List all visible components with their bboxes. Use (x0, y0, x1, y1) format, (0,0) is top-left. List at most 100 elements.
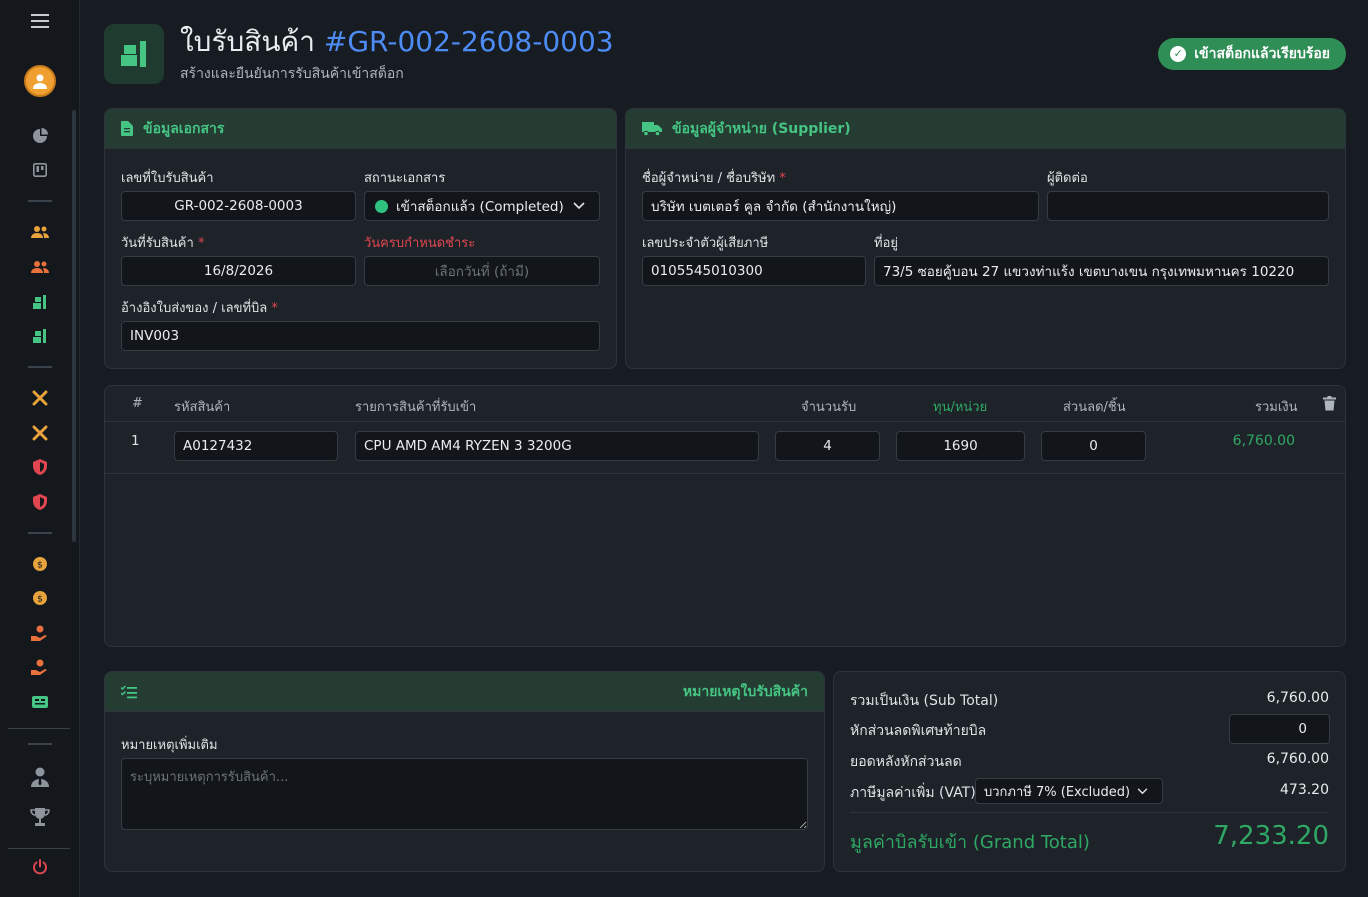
card-header: ข้อมูลเอกสาร (105, 109, 616, 149)
receipt-number-label: เลขที่ใบรับสินค้า (121, 171, 214, 186)
item-total: 6,760.00 (1232, 433, 1295, 449)
column-header-name: รายการสินค้าที่รับเข้า (355, 400, 477, 415)
column-header-code: รหัสสินค้า (174, 400, 231, 415)
trophy-icon[interactable] (30, 807, 50, 827)
svg-text:$: $ (37, 561, 43, 571)
item-code-field[interactable]: A0127432 (174, 431, 338, 461)
due-date-label: วันครบกำหนดชำระ (364, 236, 476, 251)
checklist-icon (121, 684, 137, 698)
table-row: 1 A0127432 CPU AMD AM4 RYZEN 3 3200G 4 1… (105, 422, 1345, 474)
column-header-cost: ทุน/หน่วย (933, 400, 988, 415)
receipt-number-field[interactable]: GR-002-2608-0003 (121, 191, 356, 221)
hand-money-icon[interactable] (30, 657, 50, 677)
item-discount-field[interactable]: 0 (1041, 431, 1146, 461)
sidebar-divider (28, 743, 52, 745)
shield-icon[interactable] (30, 492, 50, 512)
supplier-name-field[interactable]: บริษัท เบตเตอร์ คูล จำกัด (สำนักงานใหญ่) (642, 191, 1039, 221)
document-number: #GR-002-2608-0003 (323, 25, 614, 58)
summary-card: รวมเป็นเงิน (Sub Total) 6,760.00 หักส่วน… (833, 671, 1346, 872)
status-select[interactable]: เข้าสต็อกแล้ว (Completed) (364, 191, 600, 221)
item-name-field[interactable]: CPU AMD AM4 RYZEN 3 3200G (355, 431, 759, 461)
page-title-text: ใบรับสินค้า (180, 25, 315, 58)
svg-text:$: $ (37, 595, 43, 605)
coin-icon[interactable]: $ (30, 588, 50, 608)
status-badge-label: เข้าสต็อกแล้วเรียบร้อย (1194, 46, 1330, 62)
power-icon[interactable] (30, 857, 50, 877)
grand-total-value: 7,233.20 (1213, 821, 1329, 851)
dolly-icon[interactable] (30, 292, 50, 312)
tools-icon[interactable] (30, 423, 50, 443)
receive-date-label: วันที่รับสินค้า * (121, 236, 205, 251)
check-circle-icon: ✓ (1170, 46, 1187, 62)
dolly-icon[interactable] (30, 326, 50, 346)
sidebar-divider (28, 532, 52, 534)
address-field[interactable]: 73/5 ซอยคู้บอน 27 แขวงท่าแร้ง เขตบางเขน … (874, 256, 1329, 286)
items-table-card: # รหัสสินค้า รายการสินค้าที่รับเข้า จำนว… (104, 385, 1346, 647)
coin-icon[interactable]: $ (30, 554, 50, 574)
status-label: สถานะเอกสาร (364, 171, 446, 186)
item-qty-field[interactable]: 4 (775, 431, 880, 461)
tools-icon[interactable] (30, 388, 50, 408)
sidebar-divider (28, 366, 52, 368)
file-icon (121, 121, 133, 136)
users-icon[interactable] (30, 222, 50, 242)
sidebar-divider (8, 848, 70, 849)
notes-label: หมายเหตุเพิ่มเติม (121, 738, 218, 753)
card-header: ข้อมูลผู้จำหน่าย (Supplier) (626, 109, 1345, 149)
trash-icon[interactable] (1323, 396, 1336, 411)
address-label: ที่อยู่ (874, 236, 898, 251)
due-date-field[interactable]: เลือกวันที่ (ถ้ามี) (364, 256, 600, 286)
reference-field[interactable]: INV003 (121, 321, 600, 351)
hand-money-icon[interactable] (30, 623, 50, 643)
contact-field[interactable] (1047, 191, 1329, 221)
card-header: หมายเหตุใบรับสินค้า (105, 672, 824, 712)
truck-icon (642, 121, 662, 136)
column-header-discount: ส่วนลด/ชิ้น (1063, 400, 1126, 415)
notes-card: หมายเหตุใบรับสินค้า หมายเหตุเพิ่มเติม (104, 671, 825, 872)
pie-chart-icon[interactable] (30, 126, 50, 146)
users-icon[interactable] (30, 257, 50, 277)
bill-discount-label: หักส่วนลดพิเศษท้ายบิล (850, 723, 987, 739)
dolly-icon (104, 24, 164, 84)
item-cost-field[interactable]: 1690 (896, 431, 1025, 461)
receive-date-field[interactable]: 16/8/2026 (121, 256, 356, 286)
chevron-down-icon (1137, 787, 1148, 794)
status-dot-icon (375, 199, 388, 213)
sidebar-divider (28, 200, 52, 202)
hamburger-icon[interactable] (30, 11, 50, 31)
document-info-card: ข้อมูลเอกสาร เลขที่ใบรับสินค้า GR-002-26… (104, 108, 617, 369)
vat-value: 473.20 (1280, 782, 1329, 798)
vat-select[interactable]: บวกภาษี 7% (Excluded) (975, 778, 1163, 804)
status-select-value: เข้าสต็อกแล้ว (Completed) (396, 199, 564, 215)
subtotal-value: 6,760.00 (1266, 690, 1329, 706)
user-tie-icon[interactable] (30, 767, 50, 787)
supplier-card: ข้อมูลผู้จำหน่าย (Supplier) ชื่อผู้จำหน่… (625, 108, 1346, 369)
vat-select-value: บวกภาษี 7% (Excluded) (984, 784, 1131, 800)
column-header-total: รวมเงิน (1255, 400, 1298, 415)
status-badge: ✓ เข้าสต็อกแล้วเรียบร้อย (1158, 38, 1346, 70)
page-subtitle: สร้างและยืนยันการรับสินค้าเข้าสต็อก (180, 66, 404, 82)
after-discount-value: 6,760.00 (1266, 751, 1329, 767)
id-card-icon[interactable] (30, 692, 50, 712)
contact-label: ผู้ติดต่อ (1047, 171, 1088, 186)
column-header-qty: จำนวนรับ (801, 400, 857, 415)
notes-textarea[interactable] (121, 758, 808, 830)
main-content: ใบรับสินค้า #GR-002-2608-0003 สร้างและยื… (80, 0, 1368, 897)
chevron-down-icon (573, 202, 585, 210)
after-discount-label: ยอดหลังหักส่วนลด (850, 754, 962, 770)
subtotal-label: รวมเป็นเงิน (Sub Total) (850, 693, 999, 709)
bill-discount-field[interactable]: 0 (1229, 714, 1330, 744)
card-title: หมายเหตุใบรับสินค้า (682, 683, 808, 700)
shield-icon[interactable] (30, 457, 50, 477)
column-header-index: # (132, 396, 143, 411)
page-title: ใบรับสินค้า #GR-002-2608-0003 (180, 20, 614, 64)
vat-label: ภาษีมูลค่าเพิ่ม (VAT) (850, 785, 976, 801)
tax-id-label: เลขประจำตัวผู้เสียภาษี (642, 236, 769, 251)
tax-id-field[interactable]: 0105545010300 (642, 256, 866, 286)
kanban-icon[interactable] (30, 160, 50, 180)
supplier-name-label: ชื่อผู้จำหน่าย / ชื่อบริษัท * (642, 171, 786, 186)
sidebar-divider (8, 728, 70, 729)
table-header: # รหัสสินค้า รายการสินค้าที่รับเข้า จำนว… (105, 386, 1345, 422)
user-avatar-icon[interactable] (24, 65, 56, 97)
sidebar-scrollbar[interactable] (72, 110, 76, 542)
